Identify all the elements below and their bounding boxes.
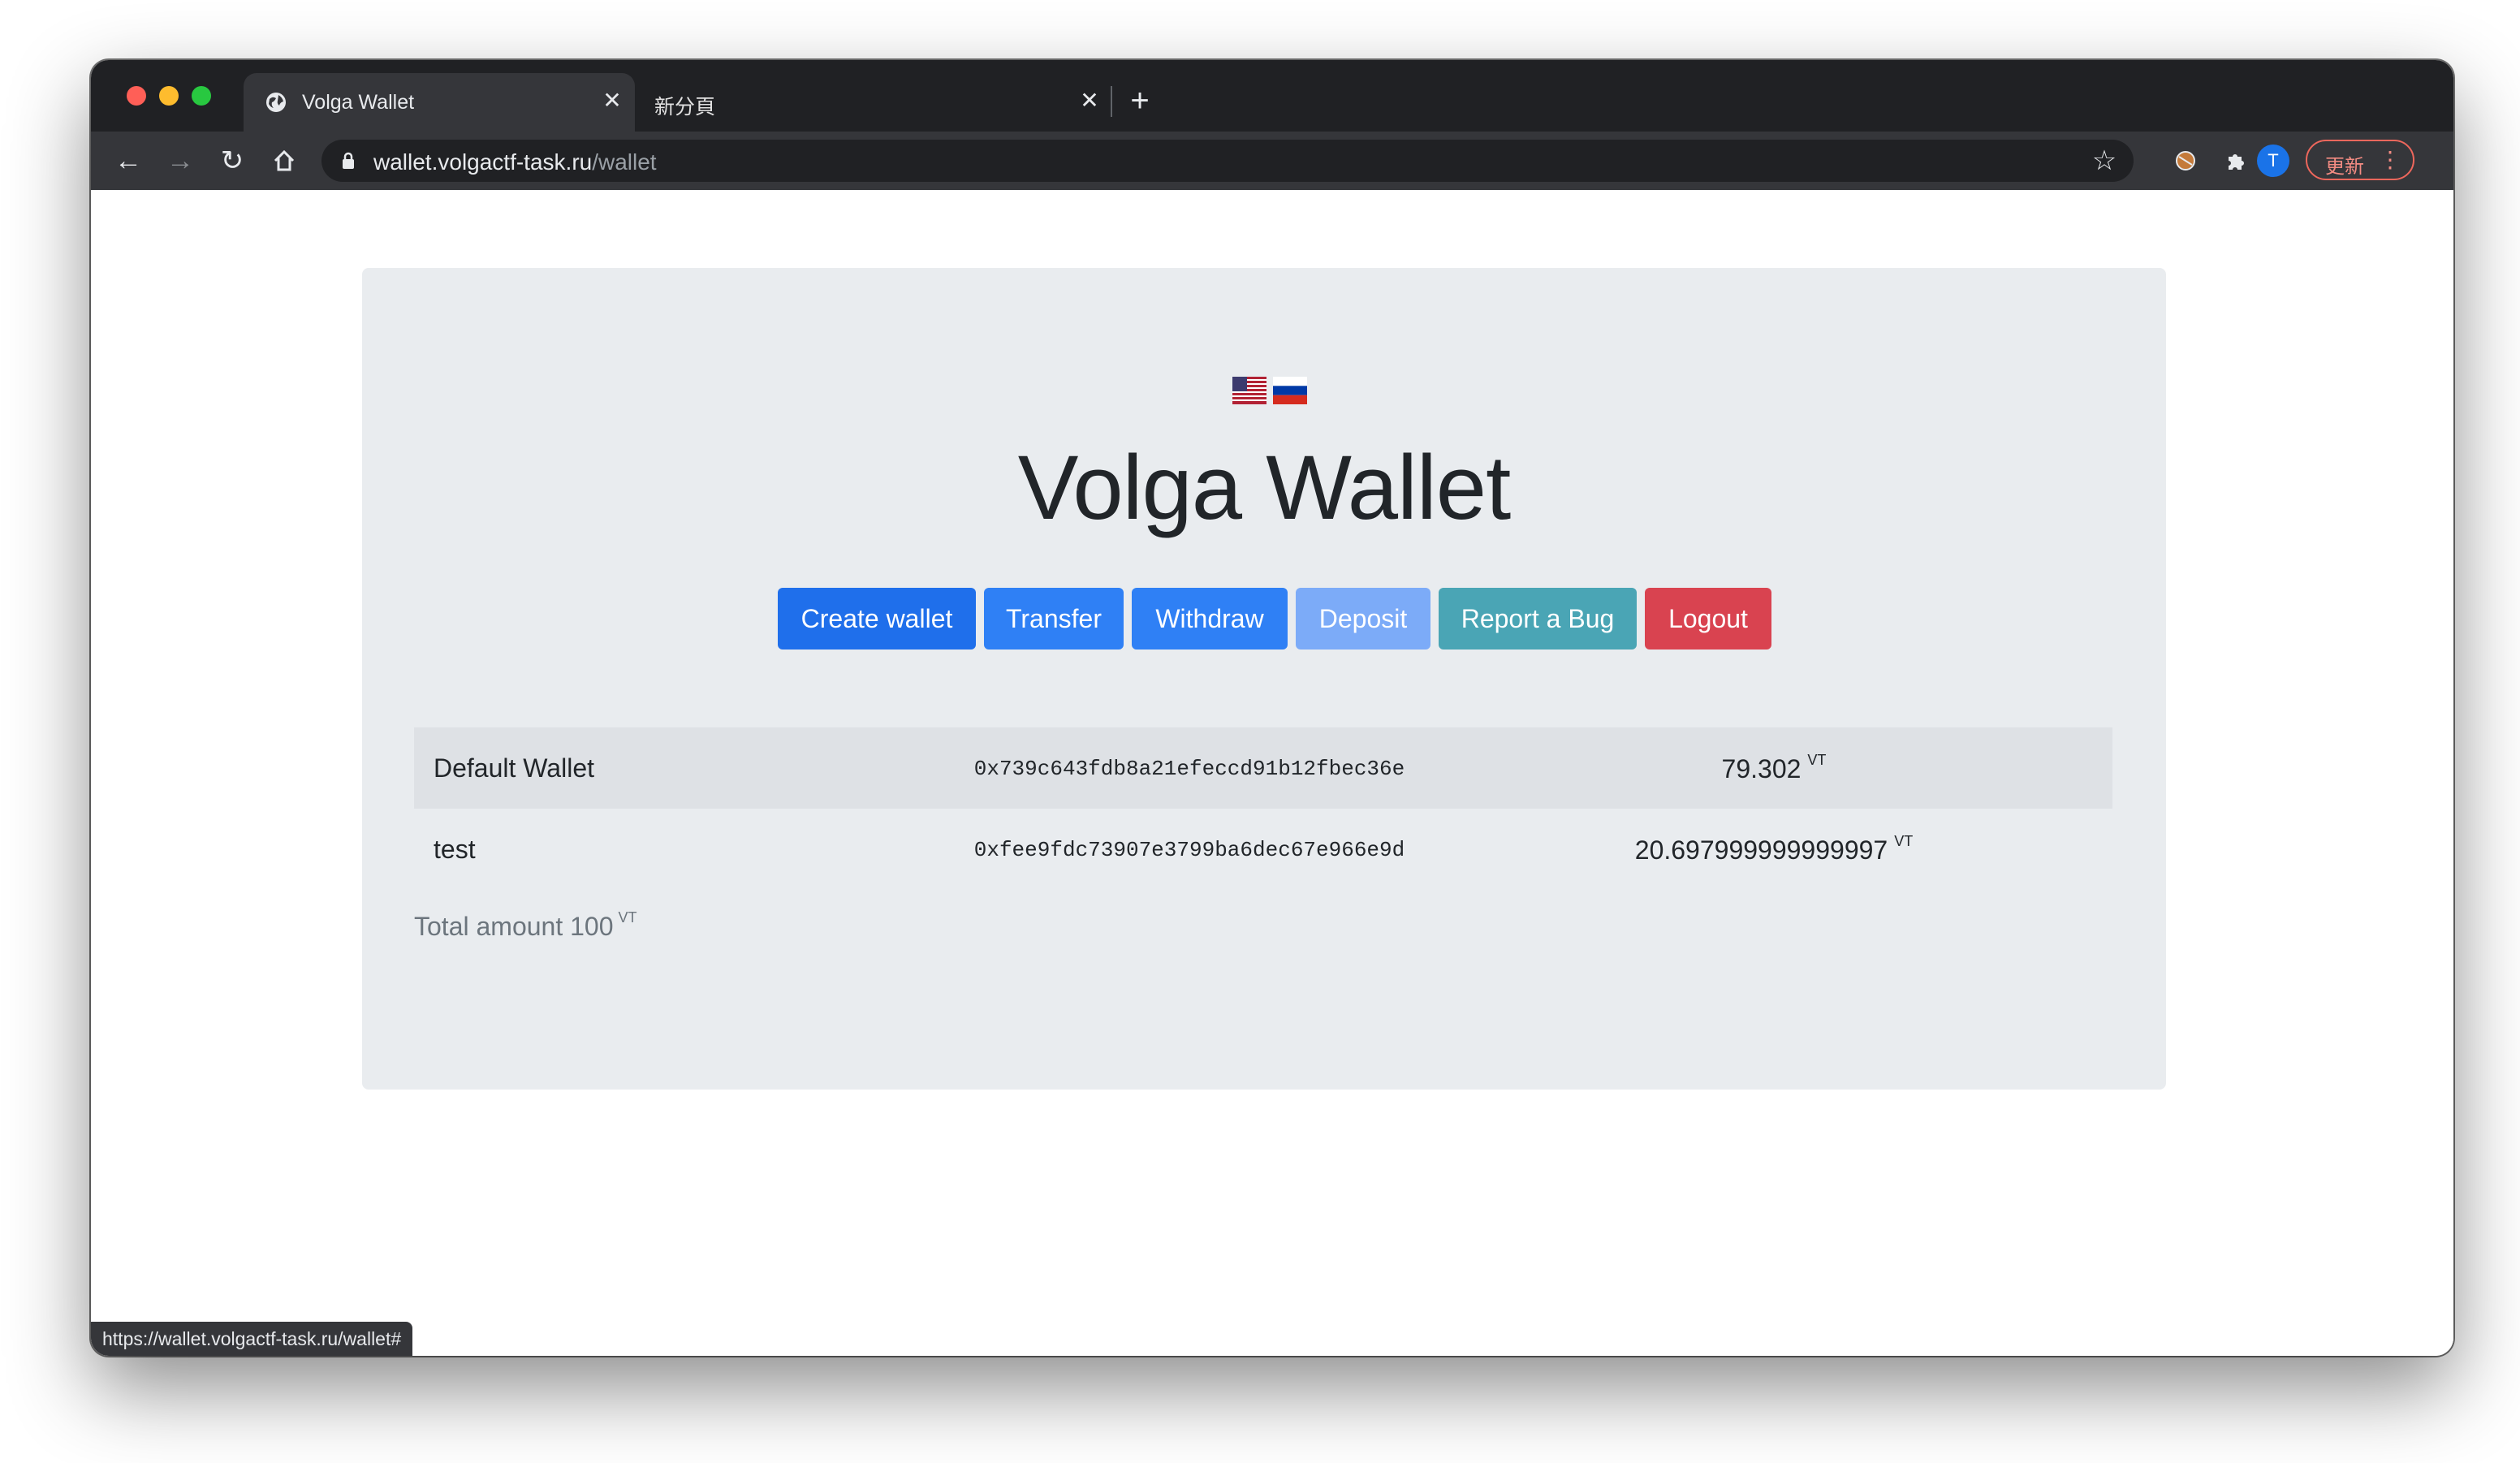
status-bar-url: https://wallet.volgactf-task.ru/wallet# [91,1322,413,1356]
table-row[interactable]: test 0xfee9fdc73907e3799ba6dec67e966e9d … [414,809,2112,890]
total-label: Total amount [414,912,563,941]
wallet-panel: Volga Wallet Create wallet Transfer With… [362,268,2166,1090]
browser-window: Volga Wallet ✕ 新分頁 ✕ + ← → ↻ wallet.volg… [91,60,2453,1356]
desktop: Volga Wallet ✕ 新分頁 ✕ + ← → ↻ wallet.volg… [0,0,2520,1463]
back-arrow-icon[interactable]: ← [110,143,146,179]
puzzle-extensions-icon[interactable] [2218,143,2254,179]
page-title: Volga Wallet [1017,437,1511,538]
wallet-amount: 20.697999999999997 VT [1510,833,2038,865]
lock-icon [343,152,354,169]
extension-icon[interactable] [2168,143,2203,179]
url-domain: wallet.volgactf-task.ru [373,149,593,175]
currency-label: VT [1894,833,1914,849]
withdraw-button[interactable]: Withdraw [1132,588,1288,650]
wallet-address: 0x739c643fdb8a21efeccd91b12fbec36e [973,757,1405,781]
more-menu-icon[interactable]: ⋮ [2379,146,2401,174]
url-text: wallet.volgactf-task.ru/wallet [373,149,657,175]
tab-strip: Volga Wallet ✕ 新分頁 ✕ + [91,60,2453,132]
table-row[interactable]: Default Wallet 0x739c643fdb8a21efeccd91b… [414,727,2112,809]
profile-avatar[interactable]: T [2257,145,2289,177]
wallet-name: test [434,835,476,864]
wallet-amount: 79.302 VT [1510,752,2038,784]
reload-icon[interactable]: ↻ [214,143,250,179]
address-bar[interactable]: wallet.volgactf-task.ru/wallet ☆ [321,140,2134,182]
wallet-address: 0xfee9fdc73907e3799ba6dec67e966e9d [973,838,1405,862]
minimize-window-button[interactable] [159,86,179,106]
tab-volga-wallet[interactable]: Volga Wallet ✕ [244,73,635,132]
new-tab-button[interactable]: + [1124,84,1156,117]
wallet-name: Default Wallet [434,753,594,783]
maximize-window-button[interactable] [192,86,211,106]
close-tab-icon[interactable]: ✕ [1075,86,1104,115]
update-label: 更新 [2325,156,2364,178]
currency-label: VT [1807,752,1827,768]
create-wallet-button[interactable]: Create wallet [778,588,976,650]
close-window-button[interactable] [127,86,146,106]
wallet-amount-value: 20.697999999999997 [1634,835,1888,865]
us-flag-icon[interactable] [1232,377,1266,404]
total-amount: Total amount 100 VT [414,909,637,942]
logout-button[interactable]: Logout [1645,588,1771,650]
tab-title: 新分頁 [654,96,716,119]
wallet-amount-value: 79.302 [1721,754,1802,783]
deposit-button[interactable]: Deposit [1296,588,1430,650]
browser-toolbar: ← → ↻ wallet.volgactf-task.ru/wallet ☆ T… [91,132,2453,190]
page-content: Volga Wallet Create wallet Transfer With… [91,190,2453,1356]
currency-label: VT [618,909,637,926]
tab-separator [1111,86,1112,117]
action-buttons: Create wallet Transfer Withdraw Deposit … [362,588,2166,650]
globe-icon [266,93,286,112]
transfer-button[interactable]: Transfer [984,588,1124,650]
bookmark-star-icon[interactable]: ☆ [2088,145,2121,177]
ru-flag-icon[interactable] [1273,377,1307,404]
total-value: 100 [570,912,614,941]
report-bug-button[interactable]: Report a Bug [1439,588,1637,650]
tab-new-tab[interactable]: 新分頁 ✕ [636,73,1109,132]
update-browser-button[interactable]: 更新 ⋮ [2306,140,2414,180]
close-tab-icon[interactable]: ✕ [598,86,627,115]
home-icon[interactable] [266,143,302,179]
tab-title: Volga Wallet [302,91,415,114]
forward-arrow-icon[interactable]: → [162,143,198,179]
url-path: /wallet [592,149,657,175]
